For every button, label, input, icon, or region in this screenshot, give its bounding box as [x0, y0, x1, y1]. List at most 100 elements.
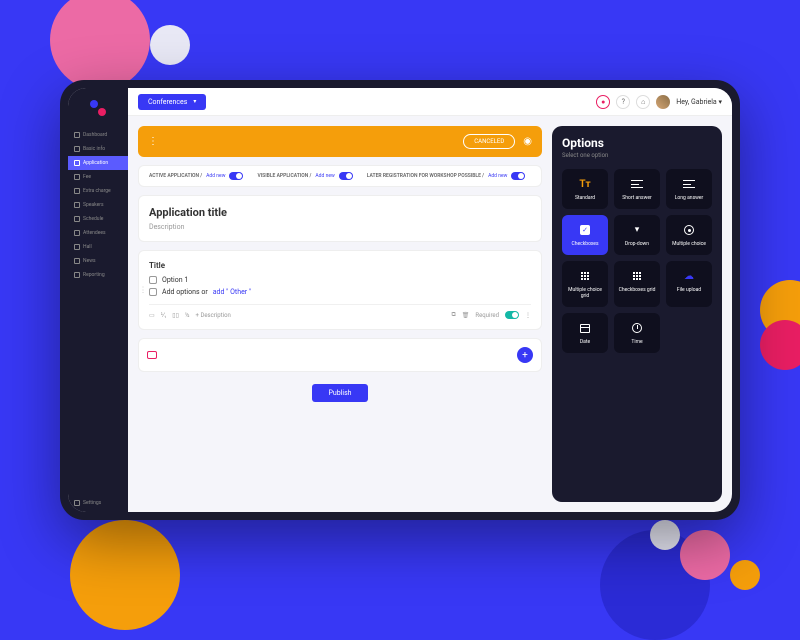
toggle-switch[interactable]	[229, 172, 243, 180]
more-icon[interactable]: ⋮	[148, 136, 158, 147]
required-toggle[interactable]	[505, 311, 519, 319]
column-label: ⅟₁	[161, 312, 167, 319]
settings-label: Settings	[83, 500, 101, 506]
publish-button[interactable]: Publish	[312, 384, 367, 402]
sidebar-item-schedule[interactable]: Schedule	[68, 212, 128, 226]
help-icon[interactable]: ?	[616, 95, 630, 109]
sidebar-item-news[interactable]: News	[68, 254, 128, 268]
delete-icon[interactable]: 🗑	[462, 312, 470, 319]
long-lines-icon	[682, 177, 696, 191]
toggle-switch[interactable]	[339, 172, 353, 180]
sidebar-item-hall[interactable]: Hall	[68, 240, 128, 254]
sidebar-item-label: Dashboard	[83, 132, 107, 138]
question-title: Title	[149, 261, 531, 270]
application-title-card[interactable]: Application title Description	[138, 195, 542, 242]
sidebar-item-basic-info[interactable]: Basic info	[68, 142, 128, 156]
sidebar-item-fee[interactable]: Fee	[68, 170, 128, 184]
checkbox-icon[interactable]	[149, 276, 157, 284]
sidebar-item-label: Schedule	[83, 216, 103, 222]
column-single-icon[interactable]: ▭	[149, 312, 155, 319]
option-label: Time	[631, 339, 642, 345]
option-label: Multiple choice	[672, 241, 706, 247]
option-label: Date	[580, 339, 590, 345]
question-card[interactable]: ⋮⋮ Title Option 1 Add options or add " O…	[138, 250, 542, 330]
sidebar-item-label: Fee	[83, 174, 91, 180]
add-other-link[interactable]: add " Other "	[213, 288, 251, 296]
column-label: ½	[185, 312, 190, 319]
alert-icon[interactable]: ●	[596, 95, 610, 109]
gear-icon	[74, 500, 80, 506]
caret-down-icon	[630, 223, 644, 237]
text-icon: Tт	[578, 177, 592, 191]
option-multiple-choice-grid[interactable]: Multiple choice grid	[562, 261, 608, 307]
cloud-upload-icon: ☁	[682, 269, 696, 283]
option-multiple-choice[interactable]: Multiple choice	[666, 215, 712, 255]
column-half-icon[interactable]: ▯▯	[172, 312, 179, 319]
clock-icon	[630, 321, 644, 335]
option-label: Drop-down	[625, 241, 649, 247]
option-date[interactable]: Date	[562, 313, 608, 353]
add-plus-icon[interactable]: +	[517, 347, 533, 363]
option-label: Checkboxes grid	[619, 287, 656, 293]
grid-icon	[630, 269, 644, 283]
checkbox-icon: ✓	[578, 223, 592, 237]
conferences-label: Conferences	[148, 98, 187, 106]
option-checkboxes[interactable]: ✓ Checkboxes	[562, 215, 608, 255]
schedule-icon	[74, 216, 80, 222]
sidebar-item-label: Extra charge	[83, 188, 111, 194]
add-option-row[interactable]: Add options or add " Other "	[149, 288, 531, 296]
conferences-dropdown[interactable]: Conferences	[138, 94, 206, 110]
add-new-link[interactable]: Add new	[315, 173, 334, 179]
options-title: Options	[562, 136, 712, 150]
options-panel: Options Select one option TтStandard Sho…	[552, 126, 722, 502]
tablet-frame: Dashboard Basic info Application Fee Ext…	[60, 80, 740, 520]
option-short-answer[interactable]: Short answer	[614, 169, 660, 209]
sidebar-item-label: Speakers	[83, 202, 104, 208]
charge-icon	[74, 188, 80, 194]
add-question-card[interactable]: +	[138, 338, 542, 372]
avatar[interactable]	[656, 95, 670, 109]
more-icon[interactable]: ⋮	[525, 312, 531, 319]
canceled-button[interactable]: CANCELED	[463, 134, 515, 149]
application-icon	[74, 160, 80, 166]
info-icon	[74, 146, 80, 152]
logo-icon	[88, 98, 108, 118]
option-checkboxes-grid[interactable]: Checkboxes grid	[614, 261, 660, 307]
question-footer: ▭ ⅟₁ ▯▯ ½ + Description ⧉ 🗑 Required ⋮	[149, 304, 531, 319]
required-label: Required	[475, 312, 499, 319]
option-label: File upload	[677, 287, 701, 293]
sidebar-item-label: Application	[83, 160, 108, 166]
sidebar-settings[interactable]: Settings	[68, 494, 128, 512]
sidebar-item-attendees[interactable]: Attendees	[68, 226, 128, 240]
add-new-link[interactable]: Add new	[206, 173, 225, 179]
option-time[interactable]: Time	[614, 313, 660, 353]
sidebar-item-reporting[interactable]: Reporting	[68, 268, 128, 282]
option-label: Standard	[575, 195, 595, 201]
toggle-label: LATER REGISTRATION FOR WORKSHOP POSSIBLE…	[367, 173, 484, 179]
option-label: Checkboxes	[571, 241, 598, 247]
add-description-link[interactable]: + Description	[196, 312, 231, 319]
option-label: Short answer	[622, 195, 651, 201]
sidebar-item-dashboard[interactable]: Dashboard	[68, 128, 128, 142]
option-standard[interactable]: Tт Standard	[562, 169, 608, 209]
reporting-icon	[74, 272, 80, 278]
option-long-answer[interactable]: Long answer	[666, 169, 712, 209]
add-option-text: Add options or	[162, 288, 208, 296]
option-file-upload[interactable]: ☁ File upload	[666, 261, 712, 307]
sidebar-item-speakers[interactable]: Speakers	[68, 198, 128, 212]
sidebar-item-label: News	[83, 258, 96, 264]
sidebar-item-extra-charge[interactable]: Extra charge	[68, 184, 128, 198]
copy-icon[interactable]: ⧉	[451, 311, 455, 319]
home-icon[interactable]: ⌂	[636, 95, 650, 109]
add-new-link[interactable]: Add new	[488, 173, 507, 179]
status-bar: ⋮ CANCELED ◉	[138, 126, 542, 157]
short-lines-icon	[630, 177, 644, 191]
option-dropdown[interactable]: Drop-down	[614, 215, 660, 255]
toggle-switch[interactable]	[511, 172, 525, 180]
preview-icon[interactable]: ◉	[523, 136, 532, 147]
drag-handle-icon[interactable]: ⋮⋮	[138, 286, 147, 295]
grid-icon	[578, 269, 592, 283]
options-grid: Tт Standard Short answer Long answer ✓ Che…	[562, 169, 712, 353]
sidebar-item-application[interactable]: Application	[68, 156, 128, 170]
checkbox-icon	[149, 288, 157, 296]
